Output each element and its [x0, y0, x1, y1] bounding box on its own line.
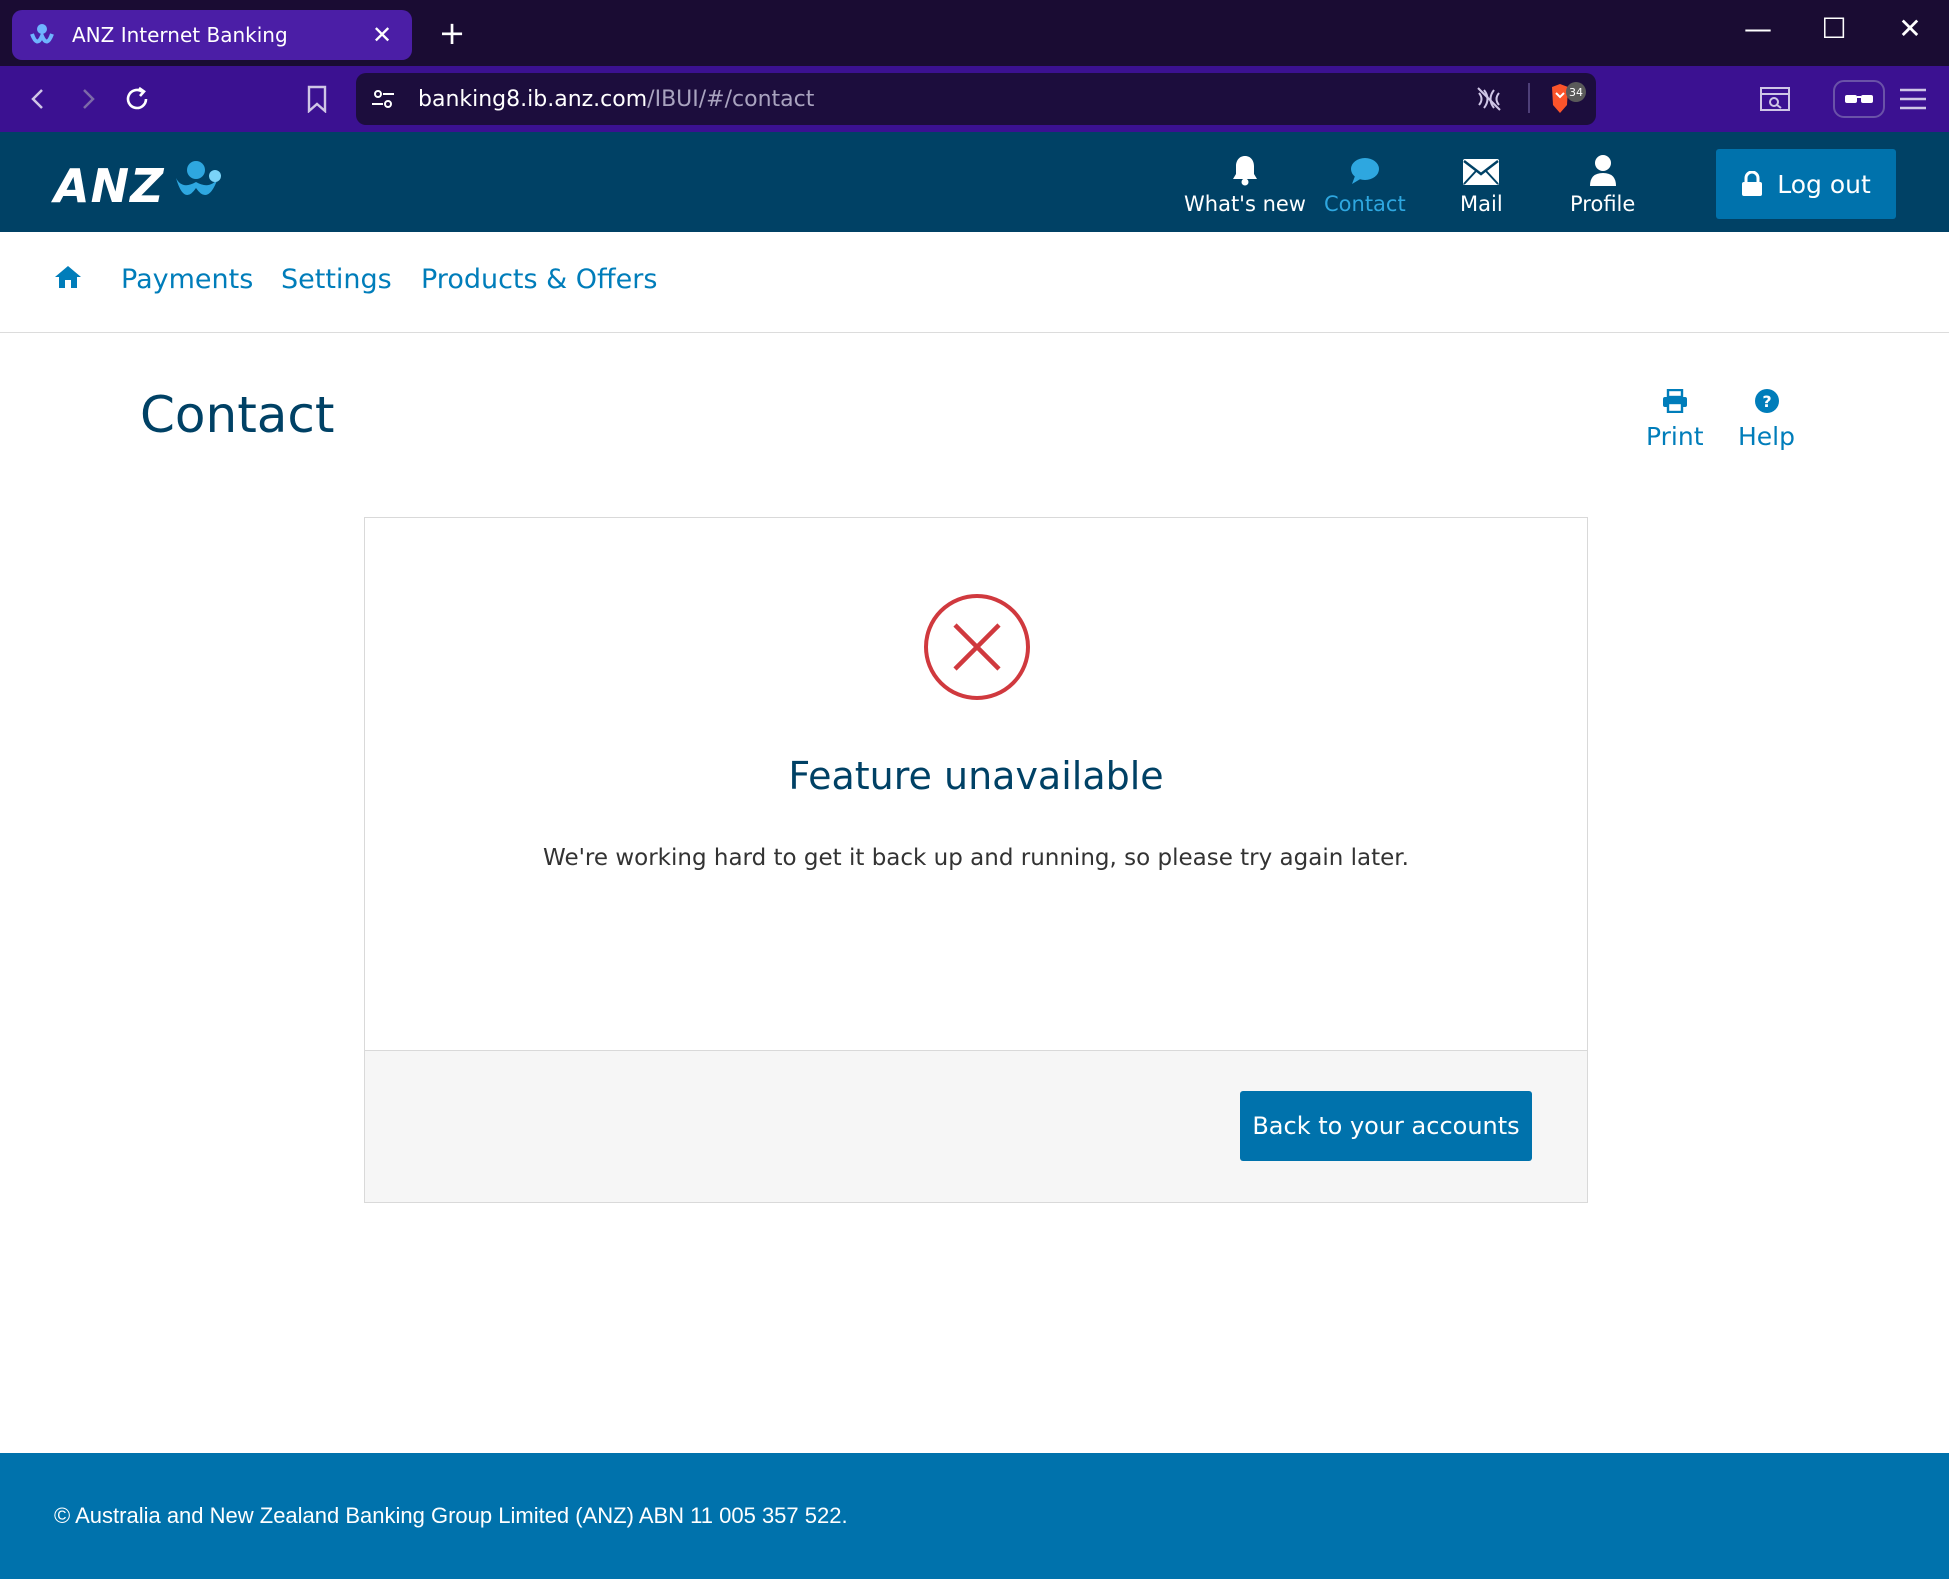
logout-button[interactable]: Log out	[1716, 149, 1896, 219]
reload-icon[interactable]	[114, 76, 160, 122]
sidebar-toggle-icon[interactable]	[1752, 76, 1798, 122]
url-divider	[1528, 83, 1530, 113]
card-heading: Feature unavailable	[788, 754, 1164, 798]
copyright-text: © Australia and New Zealand Banking Grou…	[54, 1503, 848, 1528]
anz-people-logo-icon	[170, 156, 226, 216]
nav-payments[interactable]: Payments	[121, 264, 253, 295]
header-contact[interactable]: Contact	[1324, 150, 1406, 216]
header-whats-new-label: What's new	[1184, 192, 1306, 216]
card-message: We're working hard to get it back up and…	[543, 845, 1409, 871]
home-icon[interactable]	[54, 264, 82, 294]
feature-unavailable-card: Feature unavailable We're working hard t…	[364, 517, 1588, 1203]
site-footer: © Australia and New Zealand Banking Grou…	[0, 1453, 1949, 1579]
printer-icon	[1662, 386, 1688, 416]
nav-products-offers[interactable]: Products & Offers	[421, 264, 657, 295]
help-label: Help	[1738, 422, 1795, 451]
tab-title: ANZ Internet Banking	[72, 23, 288, 47]
card-body: Feature unavailable We're working hard t…	[365, 518, 1587, 1050]
page-title: Contact	[140, 386, 335, 444]
bell-icon	[1231, 150, 1259, 186]
url-text: banking8.ib.anz.com/IBUI/#/contact	[418, 87, 814, 112]
nav-settings[interactable]: Settings	[281, 264, 392, 295]
tab-close-icon[interactable]: ✕	[368, 21, 396, 49]
url-path: /IBUI/#/contact	[647, 86, 815, 112]
header-mail-label: Mail	[1460, 192, 1503, 216]
site-settings-icon[interactable]	[370, 86, 396, 116]
back-nav-icon[interactable]	[16, 76, 62, 122]
browser-tab[interactable]: ANZ Internet Banking ✕	[12, 10, 412, 60]
anz-logo-text: ANZ	[54, 159, 165, 213]
print-label: Print	[1646, 422, 1704, 451]
window-minimize-button[interactable]: —	[1728, 12, 1788, 45]
url-host: banking8.ib.anz.com	[418, 86, 648, 112]
new-tab-button[interactable]: +	[432, 14, 472, 52]
anz-logo[interactable]: ANZ	[54, 156, 226, 216]
header-profile[interactable]: Profile	[1570, 150, 1635, 216]
person-icon	[1588, 150, 1618, 186]
bookmark-icon[interactable]	[294, 76, 340, 122]
lock-icon	[1741, 171, 1763, 197]
window-maximize-button[interactable]: ☐	[1804, 12, 1864, 45]
address-bar[interactable]: banking8.ib.anz.com/IBUI/#/contact 34	[356, 73, 1596, 125]
header-profile-label: Profile	[1570, 192, 1636, 216]
secondary-nav: Payments Settings Products & Offers	[0, 232, 1949, 333]
browser-menu-icon[interactable]	[1890, 76, 1936, 122]
card-footer: Back to your accounts	[365, 1050, 1587, 1202]
header-contact-label: Contact	[1324, 192, 1406, 216]
error-x-circle-icon	[923, 593, 1031, 705]
help-button[interactable]: ? Help	[1738, 386, 1795, 451]
svg-text:?: ?	[1762, 392, 1771, 411]
window-close-button[interactable]: ✕	[1880, 12, 1940, 45]
shields-count: 34	[1569, 86, 1583, 99]
no-tracking-icon[interactable]	[1474, 85, 1504, 117]
browser-tab-bar: ANZ Internet Banking ✕ + — ☐ ✕	[0, 0, 1949, 66]
forward-nav-icon[interactable]	[64, 76, 110, 122]
leo-ai-icon[interactable]	[1832, 76, 1886, 122]
help-icon: ?	[1754, 386, 1780, 416]
anz-favicon-icon	[28, 21, 56, 49]
print-button[interactable]: Print	[1646, 386, 1704, 451]
header-whats-new[interactable]: What's new	[1184, 150, 1306, 216]
site-header: ANZ What's new Contact Mail Profile Log …	[0, 132, 1949, 232]
header-mail[interactable]: Mail	[1460, 150, 1503, 216]
chat-bubble-icon	[1349, 150, 1381, 186]
logout-label: Log out	[1777, 169, 1871, 199]
browser-toolbar: banking8.ib.anz.com/IBUI/#/contact 34	[0, 66, 1949, 132]
brave-shields-icon[interactable]: 34	[1546, 81, 1588, 123]
envelope-icon	[1462, 150, 1500, 186]
back-to-accounts-button[interactable]: Back to your accounts	[1240, 1091, 1532, 1161]
